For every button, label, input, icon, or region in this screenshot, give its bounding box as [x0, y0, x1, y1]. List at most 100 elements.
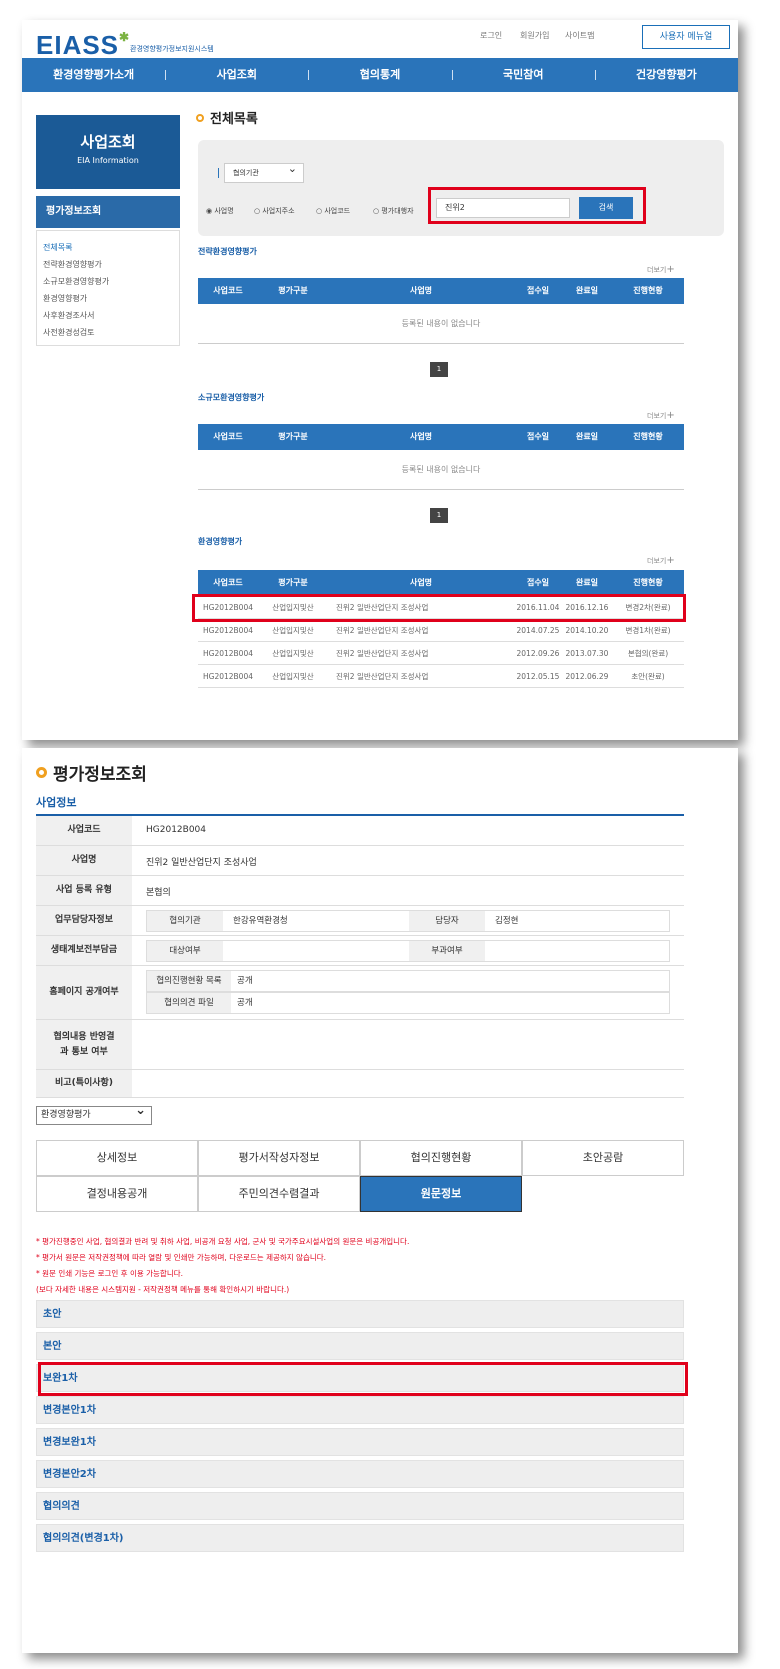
col-received: 접수일	[526, 432, 550, 441]
page-title-text: 전체목록	[210, 112, 258, 127]
cell-received: 2012.09.26	[516, 649, 560, 658]
notice-line: * 원문 인쇄 기능은 로그인 후 이용 가능합니다.	[36, 1269, 184, 1278]
label-eco: 생태계보전부담금	[36, 936, 132, 965]
page-number[interactable]: 1	[430, 508, 448, 523]
tab-progress[interactable]: 협의진행현황	[360, 1140, 522, 1176]
select-marker	[218, 168, 219, 178]
gnb-item-participation[interactable]: 국민참여	[451, 58, 595, 92]
lnb-header: 사업조회 EIA Information	[36, 115, 180, 189]
radio-address[interactable]: ○ 사업지주소	[254, 206, 295, 216]
global-nav: 환경영향평가소개 사업조회 협의통계 국민참여 건강영향평가	[22, 58, 738, 92]
radio-unchecked-icon: ○	[373, 207, 380, 215]
radio-code[interactable]: ○ 사업코드	[316, 206, 350, 216]
label-levy: 부과여부	[409, 941, 485, 961]
doc-item-main[interactable]: 본안	[36, 1332, 684, 1360]
doc-item-opinion[interactable]: 협의의견	[36, 1492, 684, 1520]
col-name: 사업명	[409, 578, 433, 587]
table-header: 사업코드 평가구분 사업명 접수일 완료일 진행현황	[198, 570, 684, 596]
table-header: 사업코드 평가구분 사업명 접수일 완료일 진행현황	[198, 424, 684, 450]
radio-unchecked-icon: ○	[316, 207, 323, 215]
user-manual-button[interactable]: 사용자 메뉴얼	[642, 25, 730, 49]
login-link[interactable]: 로그인	[480, 30, 502, 41]
col-status: 진행현황	[633, 578, 663, 587]
doc-item-opinion-change-1[interactable]: 협의의견(변경1차)	[36, 1524, 684, 1552]
doc-item-change-main-2[interactable]: 변경본안2차	[36, 1460, 684, 1488]
table-row[interactable]: HG2012B004 산업입지및산 진위2 일반산업단지 조성사업 2012.0…	[198, 642, 684, 665]
page-number[interactable]: 1	[430, 362, 448, 377]
radio-agent[interactable]: ○ 평가대행자	[373, 206, 414, 216]
info-row-reflect: 협의내용 반영결과 통보 여부	[36, 1020, 684, 1070]
col-category: 평가구분	[278, 286, 308, 295]
gnb-item-statistics[interactable]: 협의통계	[308, 58, 451, 92]
col-name: 사업명	[409, 286, 433, 295]
more-link[interactable]: 더보기+	[647, 555, 675, 566]
tab-draft-review[interactable]: 초안공람	[522, 1140, 684, 1176]
tab-detail[interactable]: 상세정보	[36, 1140, 198, 1176]
signup-link[interactable]: 회원가입	[520, 30, 549, 41]
eval-type-dropdown[interactable]: 환경영향평가	[36, 1102, 152, 1125]
table-header: 사업코드 평가구분 사업명 접수일 완료일 진행현황	[198, 278, 684, 304]
lnb-title: 사업조회	[80, 133, 136, 151]
info-section-title: 사업정보	[36, 796, 77, 809]
label-agency: 협의기관	[147, 911, 223, 931]
col-category: 평가구분	[278, 432, 308, 441]
col-received: 접수일	[526, 286, 550, 295]
cell-category: 산업입지및산	[272, 626, 314, 635]
info-row-eco: 생태계보전부담금 대상여부 부과여부	[36, 936, 684, 966]
agency-select[interactable]: 협의기관	[224, 160, 304, 183]
doc-item-change-supplement-1[interactable]: 변경보완1차	[36, 1428, 684, 1456]
notice-line: * 평가서 원문은 저작권정책에 따라 열람 및 인쇄만 가능하며, 다운로드는…	[36, 1253, 327, 1262]
gnb-item-intro[interactable]: 환경영향평가소개	[22, 58, 165, 92]
section-title-strategic: 전략환경영향평가	[198, 247, 257, 256]
gnb-item-health[interactable]: 건강영향평가	[594, 58, 738, 92]
radio-project-name[interactable]: ◉ 사업명	[206, 206, 234, 216]
tab-original-docs[interactable]: 원문정보	[360, 1176, 522, 1212]
eco-subtable: 대상여부 부과여부	[146, 940, 670, 962]
cell-name[interactable]: 진위2 일반산업단지 조성사업	[328, 665, 514, 688]
lnb-item-all[interactable]: 전체목록	[43, 239, 173, 256]
page-title: 전체목록	[196, 108, 258, 127]
info-row-code: 사업코드 HG2012B004	[36, 816, 684, 846]
more-link[interactable]: 더보기+	[647, 410, 675, 421]
tab-decision[interactable]: 결정내용공개	[36, 1176, 198, 1212]
notice-line: * 평가진행중인 사업, 협의결과 반려 및 취하 사업, 비공개 요청 사업,…	[36, 1237, 410, 1246]
table-row[interactable]: HG2012B004 산업입지및산 진위2 일반산업단지 조성사업 2012.0…	[198, 665, 684, 688]
doc-item-draft[interactable]: 초안	[36, 1300, 684, 1328]
gnb-item-project-search[interactable]: 사업조회	[165, 58, 308, 92]
doc-item-change-main-1[interactable]: 변경본안1차	[36, 1396, 684, 1424]
label-code: 사업코드	[36, 816, 132, 845]
tab-author[interactable]: 평가서작성자정보	[198, 1140, 360, 1176]
col-name: 사업명	[409, 432, 433, 441]
more-link[interactable]: 더보기+	[647, 264, 675, 275]
col-completed: 완료일	[575, 432, 599, 441]
label-target: 대상여부	[147, 941, 223, 961]
info-row-public: 홈페이지 공개여부 협의진행현황 목록 공개 협의의견 파일 공개	[36, 966, 684, 1020]
highlight-box-search	[428, 187, 646, 224]
tab-resident-opinion[interactable]: 주민의견수렴결과	[198, 1176, 360, 1212]
eiass-logo[interactable]: EIASS✱	[36, 30, 130, 61]
detail-screenshot: 평가정보조회 사업정보 사업코드 HG2012B004 사업명 진위2 일반산업…	[22, 748, 738, 1653]
lnb-item-post-survey[interactable]: 사후환경조사서	[43, 307, 173, 324]
cell-status: 초안(완료)	[631, 672, 665, 681]
table-row[interactable]: HG2012B004 산업입지및산 진위2 일반산업단지 조성사업 2014.0…	[198, 619, 684, 642]
radio-label: 평가대행자	[381, 207, 414, 215]
more-text: 더보기	[647, 412, 667, 420]
radio-label: 사업지주소	[262, 207, 295, 215]
cell-name[interactable]: 진위2 일반산업단지 조성사업	[328, 619, 514, 642]
lnb-section[interactable]: 평가정보조회	[36, 196, 180, 228]
radio-unchecked-icon: ○	[254, 207, 261, 215]
value-agency: 한강유역환경청	[233, 916, 288, 926]
cell-name[interactable]: 진위2 일반산업단지 조성사업	[328, 642, 514, 665]
lnb-item-small-scale[interactable]: 소규모환경영향평가	[43, 273, 173, 290]
public-subrow-1: 협의진행현황 목록 공개	[146, 970, 670, 992]
radio-label: 사업코드	[324, 207, 351, 215]
label-name: 사업명	[36, 846, 132, 875]
lnb-item-strategic[interactable]: 전략환경영향평가	[43, 256, 173, 273]
radio-label: 사업명	[214, 207, 234, 215]
value-code: HG2012B004	[146, 825, 206, 835]
col-status: 진행현황	[633, 286, 663, 295]
lnb-item-pre-review[interactable]: 사전환경성검토	[43, 324, 173, 341]
lnb-item-eia[interactable]: 환경영향평가	[43, 290, 173, 307]
title-bullet-icon	[196, 114, 204, 122]
sitemap-link[interactable]: 사이트맵	[565, 30, 594, 41]
